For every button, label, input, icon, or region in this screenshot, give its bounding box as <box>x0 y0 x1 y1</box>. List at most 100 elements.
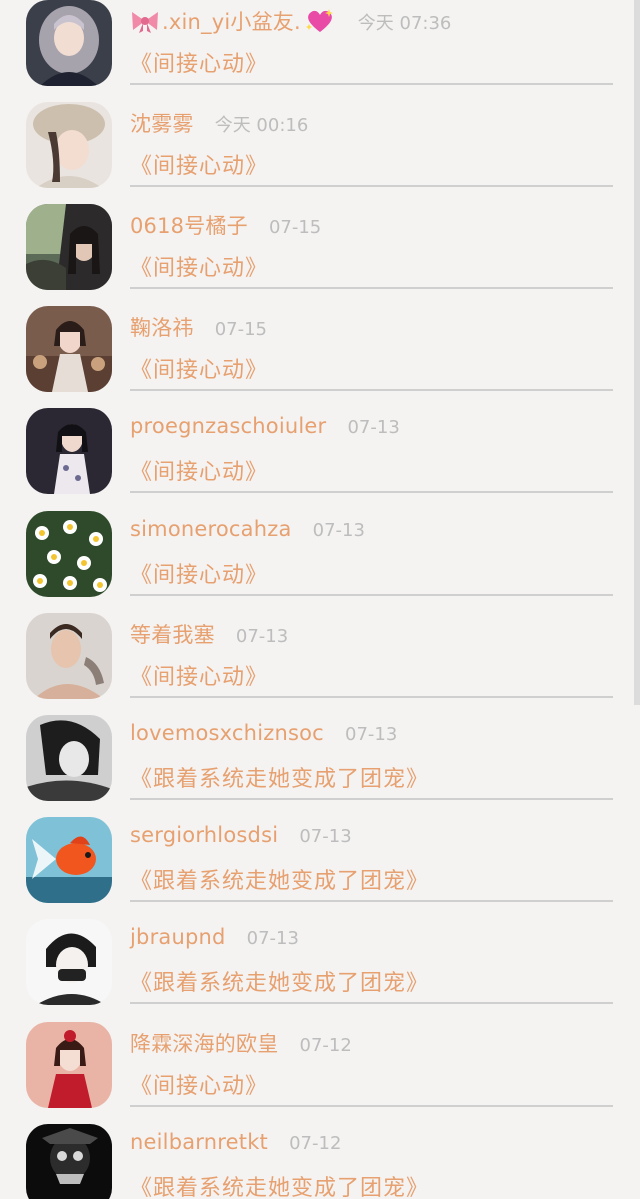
timestamp: 今天 07:36 <box>357 13 452 34</box>
book-title[interactable]: 《间接心动》 <box>130 250 268 282</box>
username-text: .xin_yi小盆友. <box>162 10 301 34</box>
name-row: 沈雾雾 今天 00:16 <box>130 108 308 140</box>
username[interactable]: sergiorhlosdsi <box>130 823 278 847</box>
book-title[interactable]: 《间接心动》 <box>130 1068 268 1100</box>
avatar-girl-qipao-image <box>26 408 112 494</box>
avatar-girl-fur-hat-image <box>26 102 112 188</box>
name-row: proegnzaschoiuler 07-13 <box>130 414 400 446</box>
avatar-girl-black-white-image <box>26 715 112 801</box>
name-row: jbraupnd 07-13 <box>130 925 299 957</box>
username[interactable]: 等着我塞 <box>130 623 215 647</box>
list-item[interactable]: proegnzaschoiuler 07-13 《间接心动》 <box>0 408 640 510</box>
avatar[interactable] <box>26 613 112 699</box>
avatar[interactable] <box>26 306 112 392</box>
reader-list: .xin_yi小盆友. 今天 07:36 《间接心动》 沈雾雾 今天 00:16… <box>0 0 640 1199</box>
name-row: 鞠洛祎 07-15 <box>130 312 267 344</box>
avatar[interactable] <box>26 817 112 903</box>
avatar[interactable] <box>26 408 112 494</box>
timestamp: 07-13 <box>347 417 400 438</box>
avatar[interactable] <box>26 511 112 597</box>
name-row: 等着我塞 07-13 <box>130 619 288 651</box>
divider <box>130 1002 613 1004</box>
name-row: 0618号橘子 07-15 <box>130 210 321 242</box>
divider <box>130 185 613 187</box>
book-title[interactable]: 《跟着系统走她变成了团宠》 <box>130 1170 429 1199</box>
book-title[interactable]: 《跟着系统走她变成了团宠》 <box>130 863 429 895</box>
book-title[interactable]: 《间接心动》 <box>130 46 268 78</box>
username[interactable]: 降霖深海的欧皇 <box>130 1032 278 1056</box>
timestamp: 07-12 <box>289 1133 342 1154</box>
book-title[interactable]: 《间接心动》 <box>130 148 268 180</box>
list-item[interactable]: neilbarnretkt 07-12 《跟着系统走她变成了团宠》 <box>0 1124 640 1199</box>
timestamp: 07-15 <box>268 217 322 238</box>
avatar-girl-red-dress-image <box>26 1022 112 1108</box>
username[interactable]: simonerocahza <box>130 517 292 541</box>
name-row: .xin_yi小盆友. 今天 07:36 <box>130 6 451 38</box>
list-item[interactable]: 等着我塞 07-13 《间接心动》 <box>0 613 640 715</box>
username[interactable]: 鞠洛祎 <box>130 316 194 340</box>
name-row: 降霖深海的欧皇 07-12 <box>130 1028 352 1060</box>
username[interactable]: jbraupnd <box>130 925 226 949</box>
list-item[interactable]: .xin_yi小盆友. 今天 07:36 《间接心动》 <box>0 0 640 102</box>
sparkling-heart-icon <box>305 9 333 32</box>
scrollbar[interactable] <box>634 0 640 705</box>
list-item[interactable]: lovemosxchiznsoc 07-13 《跟着系统走她变成了团宠》 <box>0 715 640 817</box>
avatar[interactable] <box>26 1124 112 1199</box>
divider <box>130 491 613 493</box>
avatar-man-portrait-image <box>26 613 112 699</box>
list-item[interactable]: simonerocahza 07-13 《间接心动》 <box>0 511 640 613</box>
divider <box>130 798 613 800</box>
list-item[interactable]: 沈雾雾 今天 00:16 《间接心动》 <box>0 102 640 204</box>
book-title[interactable]: 《间接心动》 <box>130 557 268 589</box>
avatar-girl-in-car-image <box>26 204 112 290</box>
divider <box>130 389 613 391</box>
book-title[interactable]: 《跟着系统走她变成了团宠》 <box>130 761 429 793</box>
timestamp: 07-15 <box>214 319 268 340</box>
timestamp: 07-13 <box>312 520 365 541</box>
bow-icon <box>132 12 158 33</box>
avatar-girl-grey-hair-image <box>26 0 112 86</box>
list-item[interactable]: jbraupnd 07-13 《跟着系统走她变成了团宠》 <box>0 919 640 1021</box>
timestamp: 07-13 <box>299 826 352 847</box>
book-title[interactable]: 《跟着系统走她变成了团宠》 <box>130 965 429 997</box>
book-title[interactable]: 《间接心动》 <box>130 352 268 384</box>
username[interactable]: .xin_yi小盆友. <box>130 9 342 34</box>
name-row: lovemosxchiznsoc 07-13 <box>130 721 397 753</box>
book-title[interactable]: 《间接心动》 <box>130 659 268 691</box>
divider <box>130 1105 613 1107</box>
book-title[interactable]: 《间接心动》 <box>130 454 268 486</box>
avatar-daisies-image <box>26 511 112 597</box>
avatar-skull-dark-image <box>26 1124 112 1199</box>
avatar[interactable] <box>26 102 112 188</box>
timestamp: 07-13 <box>235 626 289 647</box>
timestamp: 07-13 <box>246 928 299 949</box>
avatar[interactable] <box>26 919 112 1005</box>
timestamp: 今天 00:16 <box>214 115 309 136</box>
username[interactable]: neilbarnretkt <box>130 1130 268 1154</box>
name-row: neilbarnretkt 07-12 <box>130 1130 341 1162</box>
name-row: simonerocahza 07-13 <box>130 517 365 549</box>
divider <box>130 696 613 698</box>
avatar-masked-boy-sketch-image <box>26 919 112 1005</box>
avatar[interactable] <box>26 0 112 86</box>
name-row: sergiorhlosdsi 07-13 <box>130 823 352 855</box>
list-item[interactable]: sergiorhlosdsi 07-13 《跟着系统走她变成了团宠》 <box>0 817 640 919</box>
username[interactable]: proegnzaschoiuler <box>130 414 326 438</box>
avatar[interactable] <box>26 1022 112 1108</box>
timestamp: 07-12 <box>299 1035 352 1056</box>
list-item[interactable]: 鞠洛祎 07-15 《间接心动》 <box>0 306 640 408</box>
timestamp: 07-13 <box>345 724 398 745</box>
divider <box>130 900 613 902</box>
divider <box>130 287 613 289</box>
list-item[interactable]: 0618号橘子 07-15 《间接心动》 <box>0 204 640 306</box>
avatar[interactable] <box>26 204 112 290</box>
username[interactable]: 沈雾雾 <box>130 112 194 136</box>
list-item[interactable]: 降霖深海的欧皇 07-12 《间接心动》 <box>0 1022 640 1124</box>
avatar-goldfish-image <box>26 817 112 903</box>
divider <box>130 594 613 596</box>
divider <box>130 83 613 85</box>
username[interactable]: lovemosxchiznsoc <box>130 721 324 745</box>
username[interactable]: 0618号橘子 <box>130 214 248 238</box>
avatar[interactable] <box>26 715 112 801</box>
avatar-girl-flowers-image <box>26 306 112 392</box>
